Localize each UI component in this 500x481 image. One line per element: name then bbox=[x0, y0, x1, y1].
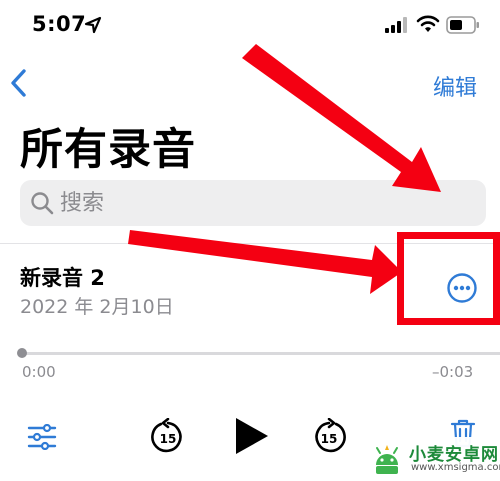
edit-button[interactable]: 编辑 bbox=[433, 70, 477, 102]
playback-scrubber-track[interactable] bbox=[20, 352, 500, 355]
android-logo-icon bbox=[376, 445, 398, 474]
play-icon[interactable] bbox=[232, 416, 270, 456]
skip-back-label: 15 bbox=[160, 432, 177, 446]
ellipsis-circle-icon[interactable] bbox=[446, 272, 478, 304]
search-input[interactable] bbox=[60, 180, 460, 226]
skip-back-15-icon[interactable]: 15 bbox=[150, 418, 186, 456]
recording-date: 2022 年 2月10日 bbox=[20, 296, 174, 318]
page-title: 所有录音 bbox=[20, 125, 196, 175]
elapsed-time: 0:00 bbox=[22, 363, 56, 381]
cellular-signal-icon bbox=[385, 17, 407, 33]
search-bar[interactable] bbox=[20, 180, 486, 226]
wifi-icon bbox=[416, 15, 440, 32]
search-icon bbox=[31, 192, 54, 215]
battery-icon bbox=[446, 16, 479, 34]
watermark: 小麦安卓网 www.xmsigma.com bbox=[365, 437, 500, 481]
chevron-left-icon[interactable] bbox=[8, 68, 30, 98]
skip-forward-label: 15 bbox=[321, 432, 338, 446]
sliders-icon[interactable] bbox=[27, 424, 57, 450]
remaining-time: –0:03 bbox=[432, 363, 474, 381]
status-time: 5:07 bbox=[32, 12, 87, 36]
playback-scrubber-thumb[interactable] bbox=[17, 348, 27, 358]
annotation-arrow-lower bbox=[128, 230, 402, 294]
skip-forward-15-icon[interactable]: 15 bbox=[311, 418, 347, 456]
annotation-arrow-upper bbox=[242, 44, 441, 192]
location-arrow-icon bbox=[84, 16, 102, 34]
recording-name[interactable]: 新录音 2 bbox=[20, 262, 105, 292]
watermark-url: www.xmsigma.com bbox=[411, 462, 500, 473]
